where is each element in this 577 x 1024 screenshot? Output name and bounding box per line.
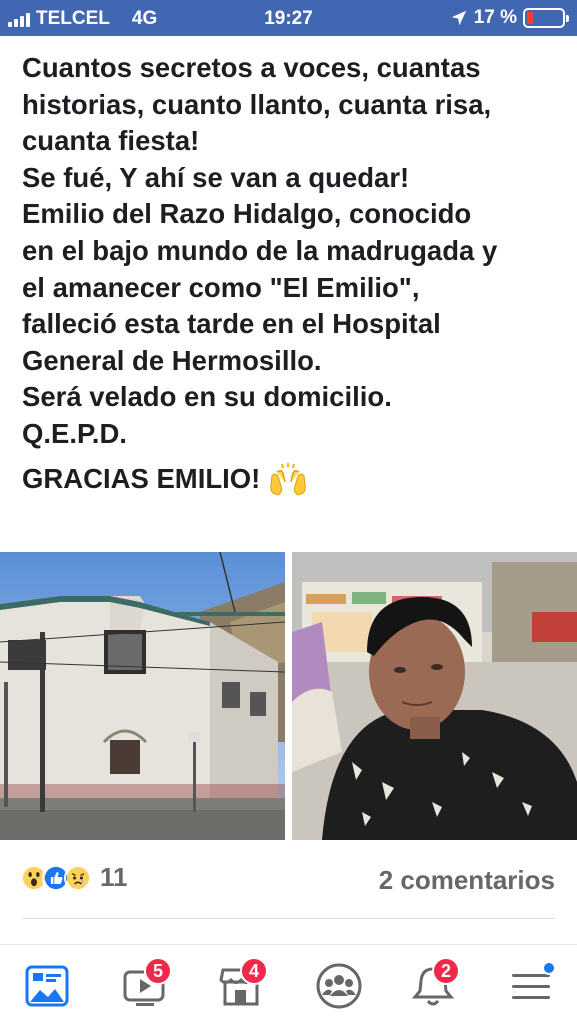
battery-percent: 17 % — [473, 7, 517, 28]
divider — [22, 918, 555, 919]
post-line: falleció esta tarde en el Hospital — [22, 308, 441, 340]
news-feed-icon — [25, 965, 69, 1007]
tab-menu[interactable] — [506, 961, 556, 1011]
marketplace-badge: 4 — [240, 957, 268, 985]
location-arrow-icon — [451, 10, 466, 26]
status-bar: TELCEL 4G 19:27 17 % — [0, 0, 577, 36]
menu-new-indicator — [542, 961, 556, 975]
comments-count-link[interactable]: 2 comentarios — [379, 865, 555, 896]
post-line: en el bajo mundo de la madrugada y — [22, 234, 498, 266]
tab-news-feed[interactable] — [22, 961, 72, 1011]
post-line: historias, cuanto llanto, cuanta risa, — [22, 88, 492, 120]
post-line: General de Hermosillo. — [22, 344, 322, 376]
post-line: Emilio del Razo Hidalgo, conocido — [22, 198, 472, 230]
man-photo[interactable] — [292, 552, 577, 840]
tab-watch[interactable]: 5 — [120, 957, 172, 1011]
tab-marketplace[interactable]: 4 — [216, 957, 268, 1011]
watch-badge: 5 — [144, 957, 172, 985]
status-right: 17 % — [450, 7, 569, 29]
notifications-badge: 2 — [432, 957, 460, 985]
man-portrait-image — [292, 552, 577, 840]
sad-emoji-icon — [64, 863, 92, 892]
reactions-summary[interactable]: 11 — [20, 862, 128, 893]
post-closing: GRACIAS EMILIO! — [22, 461, 562, 498]
groups-icon — [316, 963, 362, 1009]
battery-icon — [523, 8, 569, 28]
post-line: el amanecer como "El Emilio", — [22, 271, 420, 303]
tab-notifications[interactable]: 2 — [408, 957, 460, 1011]
post-line: Se fué, Y ahí se van a quedar! — [22, 161, 410, 193]
post-text: Cuantos secretos a voces, cuantas histor… — [22, 50, 562, 497]
post-line: cuanta fiesta! — [22, 125, 200, 157]
post-line: Q.E.P.D. — [22, 417, 127, 449]
post-line: Cuantos secretos a voces, cuantas — [22, 52, 481, 83]
bottom-tab-bar: 5 4 2 — [0, 944, 577, 1024]
raising-hands-emoji-icon — [270, 462, 307, 496]
tab-groups[interactable] — [314, 961, 364, 1011]
battery-fill — [527, 12, 533, 24]
house-photo[interactable] — [0, 552, 285, 840]
old-white-house-image — [0, 552, 285, 840]
post-closing-text: GRACIAS EMILIO! — [22, 462, 261, 494]
reaction-count: 11 — [100, 862, 128, 892]
post-line: Será velado en su domicilio. — [22, 381, 392, 413]
